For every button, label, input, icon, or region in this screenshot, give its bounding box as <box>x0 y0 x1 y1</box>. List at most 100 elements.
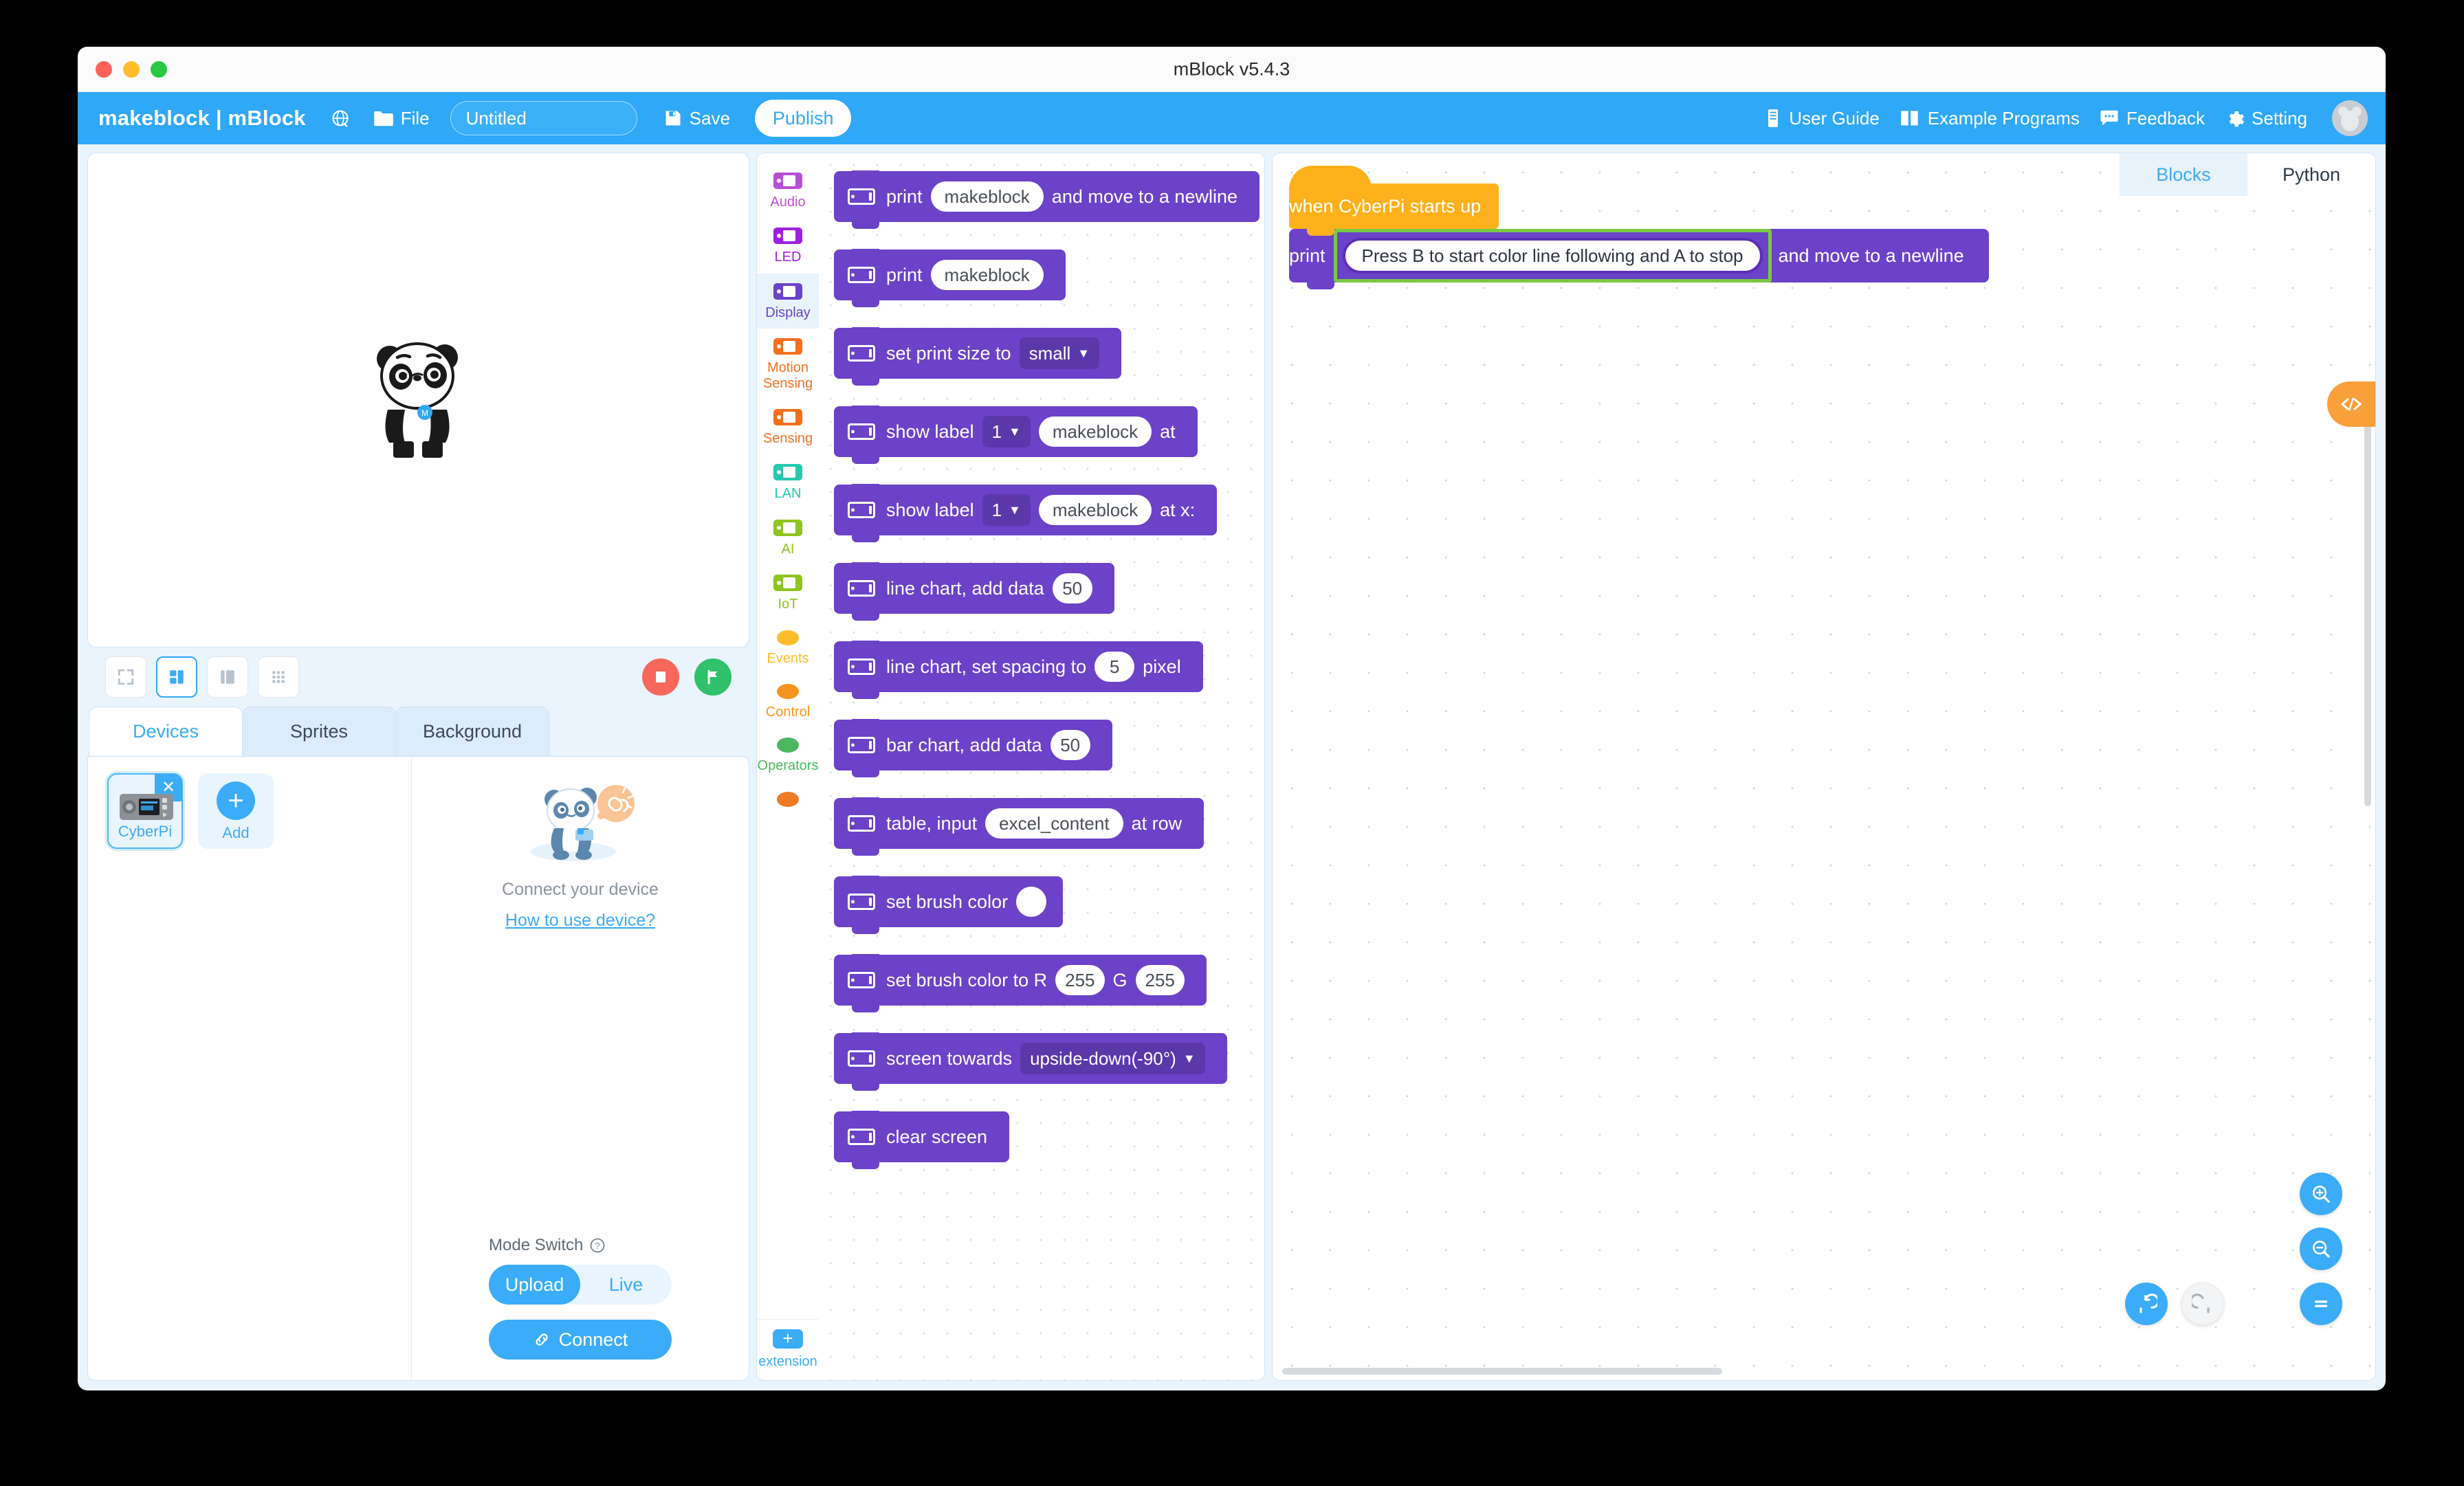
mode-option-upload[interactable]: Upload <box>489 1265 580 1305</box>
block-number-input[interactable]: 50 <box>1050 730 1090 760</box>
publish-button[interactable]: Publish <box>754 100 852 137</box>
add-device-button[interactable]: + Add <box>198 773 274 849</box>
palette-category-motion-sensing[interactable]: Motion Sensing <box>757 329 819 399</box>
stage-sprite-panda[interactable]: M <box>367 338 470 462</box>
category-label: AI <box>781 541 795 557</box>
undo-button[interactable] <box>2125 1283 2168 1325</box>
block-print-and-newline[interactable]: print Press B to start color line follow… <box>1289 229 1989 289</box>
tab-blocks[interactable]: Blocks <box>2120 153 2247 196</box>
palette-block-row: table, input excel_content at row <box>834 797 1264 876</box>
block-dropdown[interactable]: 1 ▼ <box>982 416 1031 447</box>
extension-label: extension <box>758 1353 817 1369</box>
cyberpi-block-icon <box>848 267 875 283</box>
category-icon <box>773 338 802 355</box>
stop-button[interactable] <box>642 658 679 696</box>
start-flag-button[interactable] <box>694 658 732 696</box>
palette-block[interactable]: clear screen <box>834 1111 1010 1169</box>
redo-button[interactable] <box>2181 1283 2224 1325</box>
block-text-input[interactable]: excel_content <box>985 808 1123 839</box>
palette-category-ai[interactable]: AI <box>757 510 819 565</box>
palette-block[interactable]: bar chart, add data 50 <box>834 719 1112 777</box>
palette-block[interactable]: set brush color to R 255 G 255 <box>834 954 1207 1012</box>
block-text-input[interactable]: makeblock <box>930 181 1044 212</box>
device-card-cyberpi[interactable]: ✕ CyberPi <box>107 773 183 849</box>
example-programs-button[interactable]: Example Programs <box>1892 104 2087 133</box>
how-to-use-device-link[interactable]: How to use device? <box>505 911 655 931</box>
language-globe-button[interactable] <box>324 104 357 132</box>
project-title-input[interactable] <box>450 101 637 135</box>
block-number-input[interactable]: 5 <box>1094 652 1135 682</box>
block-dropdown[interactable]: upside-down(-90°) ▼ <box>1020 1043 1205 1074</box>
block-when-cyberpi-starts-up[interactable]: when CyberPi starts up <box>1289 166 1499 236</box>
script-vertical-scrollbar[interactable] <box>2364 201 2371 1298</box>
cyberpi-block-icon <box>848 502 875 518</box>
palette-category-display[interactable]: Display <box>757 273 819 329</box>
print-text-input[interactable]: Press B to start color line following an… <box>1342 238 1763 274</box>
palette-blocks-column[interactable]: print makeblock and move to a newline print… <box>819 153 1264 1380</box>
fullscreen-layout-button[interactable] <box>105 656 146 698</box>
zoom-in-button[interactable] <box>2300 1173 2342 1215</box>
palette-block[interactable]: screen towards upside-down(-90°) ▼ <box>834 1032 1227 1091</box>
tab-sprites[interactable]: Sprites <box>242 707 396 756</box>
grid-layout-button[interactable] <box>258 656 299 698</box>
editor-mode-tabs: Blocks Python <box>2120 153 2375 196</box>
block-number-input[interactable]: 255 <box>1055 965 1105 995</box>
palette-block[interactable]: line chart, add data 50 <box>834 562 1114 621</box>
feedback-button[interactable]: Feedback <box>2092 104 2212 133</box>
block-dropdown[interactable]: 1 ▼ <box>982 494 1031 526</box>
script-canvas[interactable]: Blocks Python when CyberPi starts up pri… <box>1273 153 2375 1380</box>
block-text-input[interactable]: makeblock <box>930 260 1044 290</box>
palette-block[interactable]: table, input excel_content at row <box>834 797 1204 856</box>
palette-category-lan[interactable]: LAN <box>757 454 819 509</box>
palette-category-item-11[interactable] <box>757 782 819 821</box>
palette-category-audio[interactable]: Audio <box>757 163 819 218</box>
mode-switch-toggle[interactable]: Upload Live <box>489 1265 672 1305</box>
mode-option-live[interactable]: Live <box>580 1265 672 1305</box>
code-panel-toggle-button[interactable] <box>2327 381 2375 427</box>
palette-block[interactable]: show label 1 ▼ makeblock at x: <box>834 484 1218 542</box>
file-menu-button[interactable]: File <box>366 104 437 133</box>
block-text: pixel <box>1143 656 1181 677</box>
block-color-swatch[interactable] <box>1016 887 1047 917</box>
tab-background[interactable]: Background <box>395 707 549 756</box>
save-button[interactable]: Save <box>657 104 737 133</box>
palette-block[interactable]: set brush color <box>834 876 1064 934</box>
palette-category-extension[interactable]: + extension <box>757 1318 819 1380</box>
block-text-input[interactable]: makeblock <box>1038 495 1152 525</box>
palette-category-sensing[interactable]: Sensing <box>757 399 819 454</box>
palette-block[interactable]: print makeblock <box>834 249 1066 307</box>
palette-block[interactable]: print makeblock and move to a newline <box>834 170 1260 229</box>
tab-python[interactable]: Python <box>2247 153 2375 196</box>
palette-block-row: set print size to small ▼ <box>834 327 1264 406</box>
palette-category-control[interactable]: Control <box>757 674 819 728</box>
palette-category-events[interactable]: Events <box>757 621 819 674</box>
script-horizontal-scrollbar[interactable] <box>1282 1368 2320 1375</box>
link-icon <box>536 1333 548 1346</box>
avatar[interactable] <box>2332 100 2368 136</box>
palette-category-led[interactable]: LED <box>757 218 819 273</box>
wide-layout-button[interactable] <box>207 656 248 698</box>
category-icon <box>777 630 799 645</box>
block-number-input[interactable]: 50 <box>1052 573 1092 603</box>
zoom-reset-button[interactable] <box>2300 1283 2342 1325</box>
toolbar-right-group: User Guide Example Programs Feedback Set… <box>1757 100 2368 136</box>
setting-button[interactable]: Setting <box>2217 104 2314 133</box>
user-guide-button[interactable]: User Guide <box>1757 104 1886 133</box>
palette-block[interactable]: line chart, set spacing to 5 pixel <box>834 641 1203 699</box>
help-circle-icon[interactable]: ? <box>589 1237 606 1254</box>
connect-button[interactable]: Connect <box>489 1320 672 1360</box>
palette-block-row: clear screen <box>834 1111 1264 1190</box>
block-dropdown[interactable]: small ▼ <box>1019 337 1100 369</box>
block-text: set brush color to R <box>886 969 1048 990</box>
palette-category-operators[interactable]: Operators <box>757 728 819 781</box>
block-number-input[interactable]: 255 <box>1135 965 1185 995</box>
stage-area[interactable]: M <box>87 153 749 647</box>
palette-category-iot[interactable]: IoT <box>757 565 819 620</box>
window-title: mBlock v5.4.3 <box>1173 58 1290 79</box>
palette-block[interactable]: set print size to small ▼ <box>834 327 1122 386</box>
split-layout-button[interactable] <box>156 656 197 698</box>
palette-block[interactable]: show label 1 ▼ makeblock at <box>834 406 1198 464</box>
tab-devices[interactable]: Devices <box>89 707 243 756</box>
block-text-input[interactable]: makeblock <box>1038 417 1152 447</box>
zoom-out-button[interactable] <box>2300 1228 2342 1270</box>
